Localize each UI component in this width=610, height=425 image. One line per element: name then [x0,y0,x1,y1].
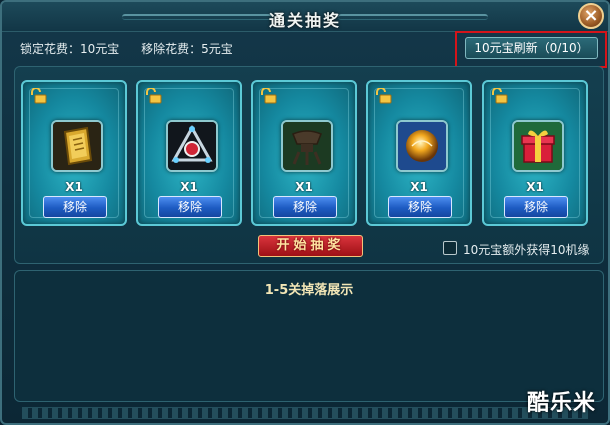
reward-card: X1 移除 [366,80,472,226]
unlocked-padlock-icon[interactable] [29,88,47,104]
unlocked-padlock-icon[interactable] [259,88,277,104]
gift-box-icon[interactable] [512,120,564,172]
reward-card: X1 移除 [21,80,127,226]
bonus-checkbox-label: 10元宝额外获得10机缘 [463,243,590,257]
glowing-orb-icon[interactable] [396,120,448,172]
unlocked-padlock-icon[interactable] [490,88,508,104]
item-quantity: X1 [180,180,198,194]
remove-button[interactable]: 移除 [43,196,107,218]
item-quantity: X1 [295,180,313,194]
lock-cost-text: 锁定花费：10元宝 [20,42,120,56]
jeweled-amulet-icon[interactable] [166,120,218,172]
drops-panel-title: 1-5关掉落展示 [264,283,354,298]
lottery-window: 通关抽奖 × 锁定花费：10元宝 移除花费：5元宝 10元宝刷新（0/10） X… [0,0,610,425]
item-quantity: X1 [526,180,544,194]
item-quantity: X1 [65,180,83,194]
title-bar: 通关抽奖 [2,2,608,32]
close-button[interactable]: × [578,3,604,29]
reward-card: X1 移除 [136,80,242,226]
remove-button[interactable]: 移除 [273,196,337,218]
window-title: 通关抽奖 [268,11,341,30]
cost-info: 锁定花费：10元宝 移除花费：5元宝 [20,40,251,57]
unlocked-padlock-icon[interactable] [144,88,162,104]
remove-cost-text: 移除花费：5元宝 [141,42,233,56]
remove-button[interactable]: 移除 [158,196,222,218]
item-quantity: X1 [410,180,428,194]
drops-display-panel: 1-5关掉落展示 [14,270,604,402]
site-watermark: 酷乐米 [526,391,596,416]
bonus-checkbox[interactable] [443,241,457,255]
remove-button[interactable]: 移除 [388,196,452,218]
reward-card: X1 移除 [251,80,357,226]
golden-book-icon[interactable] [51,120,103,172]
bronze-vessel-icon[interactable] [281,120,333,172]
refresh-button[interactable]: 10元宝刷新（0/10） [465,37,598,59]
unlocked-padlock-icon[interactable] [374,88,392,104]
start-lottery-button[interactable]: 开始抽奖 [258,235,363,257]
bottom-ornament-border [22,407,588,419]
remove-button[interactable]: 移除 [504,196,568,218]
reward-card: X1 移除 [482,80,588,226]
